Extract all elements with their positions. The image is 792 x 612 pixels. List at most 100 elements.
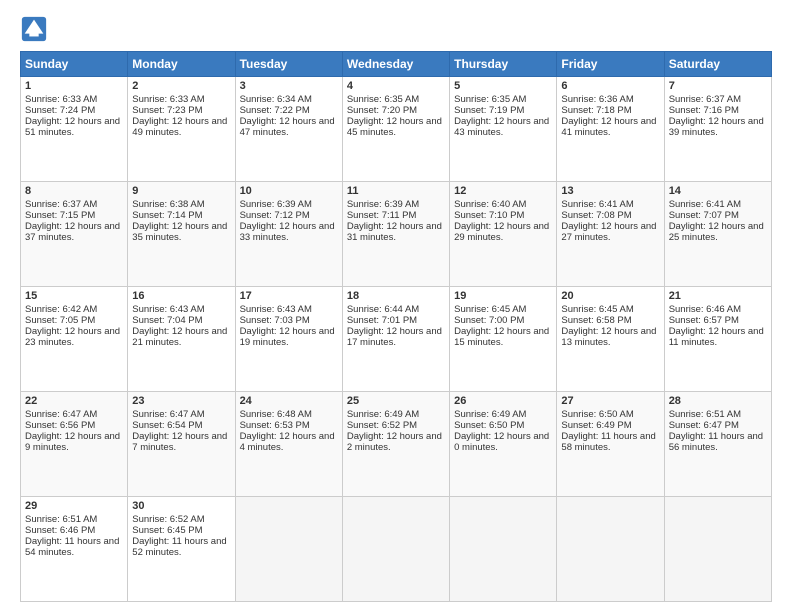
sunset-text: Sunset: 7:10 PM <box>454 210 552 221</box>
sunset-text: Sunset: 7:08 PM <box>561 210 659 221</box>
sunrise-text: Sunrise: 6:35 AM <box>347 94 445 105</box>
calendar-cell: 29Sunrise: 6:51 AMSunset: 6:46 PMDayligh… <box>21 497 128 602</box>
calendar-cell: 17Sunrise: 6:43 AMSunset: 7:03 PMDayligh… <box>235 287 342 392</box>
sunrise-text: Sunrise: 6:33 AM <box>25 94 123 105</box>
sunset-text: Sunset: 7:04 PM <box>132 315 230 326</box>
sunset-text: Sunset: 6:45 PM <box>132 525 230 536</box>
day-number: 10 <box>240 185 338 197</box>
calendar-cell: 5Sunrise: 6:35 AMSunset: 7:19 PMDaylight… <box>450 77 557 182</box>
calendar-cell: 18Sunrise: 6:44 AMSunset: 7:01 PMDayligh… <box>342 287 449 392</box>
page: SundayMondayTuesdayWednesdayThursdayFrid… <box>0 0 792 612</box>
sunrise-text: Sunrise: 6:43 AM <box>132 304 230 315</box>
calendar-cell <box>450 497 557 602</box>
daylight-text: Daylight: 12 hours and 11 minutes. <box>669 326 767 348</box>
sunrise-text: Sunrise: 6:43 AM <box>240 304 338 315</box>
daylight-text: Daylight: 12 hours and 43 minutes. <box>454 116 552 138</box>
sunset-text: Sunset: 7:23 PM <box>132 105 230 116</box>
day-number: 5 <box>454 80 552 92</box>
sunrise-text: Sunrise: 6:36 AM <box>561 94 659 105</box>
sunrise-text: Sunrise: 6:44 AM <box>347 304 445 315</box>
day-number: 23 <box>132 395 230 407</box>
sunset-text: Sunset: 6:46 PM <box>25 525 123 536</box>
daylight-text: Daylight: 11 hours and 54 minutes. <box>25 536 123 558</box>
daylight-text: Daylight: 12 hours and 21 minutes. <box>132 326 230 348</box>
daylight-text: Daylight: 12 hours and 35 minutes. <box>132 221 230 243</box>
sunset-text: Sunset: 7:18 PM <box>561 105 659 116</box>
sunrise-text: Sunrise: 6:35 AM <box>454 94 552 105</box>
sunrise-text: Sunrise: 6:40 AM <box>454 199 552 210</box>
header-tuesday: Tuesday <box>235 52 342 77</box>
sunset-text: Sunset: 6:57 PM <box>669 315 767 326</box>
daylight-text: Daylight: 12 hours and 4 minutes. <box>240 431 338 453</box>
sunset-text: Sunset: 7:01 PM <box>347 315 445 326</box>
header-friday: Friday <box>557 52 664 77</box>
header <box>20 15 772 43</box>
daylight-text: Daylight: 12 hours and 27 minutes. <box>561 221 659 243</box>
sunrise-text: Sunrise: 6:51 AM <box>25 514 123 525</box>
daylight-text: Daylight: 12 hours and 13 minutes. <box>561 326 659 348</box>
calendar-cell: 20Sunrise: 6:45 AMSunset: 6:58 PMDayligh… <box>557 287 664 392</box>
daylight-text: Daylight: 11 hours and 56 minutes. <box>669 431 767 453</box>
days-header-row: SundayMondayTuesdayWednesdayThursdayFrid… <box>21 52 772 77</box>
day-number: 6 <box>561 80 659 92</box>
daylight-text: Daylight: 12 hours and 37 minutes. <box>25 221 123 243</box>
sunrise-text: Sunrise: 6:41 AM <box>561 199 659 210</box>
sunset-text: Sunset: 7:16 PM <box>669 105 767 116</box>
daylight-text: Daylight: 12 hours and 9 minutes. <box>25 431 123 453</box>
sunset-text: Sunset: 6:54 PM <box>132 420 230 431</box>
day-number: 24 <box>240 395 338 407</box>
day-number: 28 <box>669 395 767 407</box>
header-monday: Monday <box>128 52 235 77</box>
logo-icon <box>20 15 48 43</box>
sunset-text: Sunset: 7:12 PM <box>240 210 338 221</box>
daylight-text: Daylight: 12 hours and 2 minutes. <box>347 431 445 453</box>
logo <box>20 15 52 43</box>
calendar-week-5: 29Sunrise: 6:51 AMSunset: 6:46 PMDayligh… <box>21 497 772 602</box>
calendar-cell: 3Sunrise: 6:34 AMSunset: 7:22 PMDaylight… <box>235 77 342 182</box>
daylight-text: Daylight: 12 hours and 17 minutes. <box>347 326 445 348</box>
calendar-cell: 15Sunrise: 6:42 AMSunset: 7:05 PMDayligh… <box>21 287 128 392</box>
daylight-text: Daylight: 12 hours and 41 minutes. <box>561 116 659 138</box>
calendar-cell <box>235 497 342 602</box>
calendar-week-2: 8Sunrise: 6:37 AMSunset: 7:15 PMDaylight… <box>21 182 772 287</box>
calendar-cell: 4Sunrise: 6:35 AMSunset: 7:20 PMDaylight… <box>342 77 449 182</box>
calendar-cell <box>557 497 664 602</box>
sunset-text: Sunset: 7:07 PM <box>669 210 767 221</box>
sunset-text: Sunset: 7:11 PM <box>347 210 445 221</box>
day-number: 20 <box>561 290 659 302</box>
calendar-body: 1Sunrise: 6:33 AMSunset: 7:24 PMDaylight… <box>21 77 772 602</box>
day-number: 1 <box>25 80 123 92</box>
daylight-text: Daylight: 12 hours and 33 minutes. <box>240 221 338 243</box>
calendar-cell: 28Sunrise: 6:51 AMSunset: 6:47 PMDayligh… <box>664 392 771 497</box>
daylight-text: Daylight: 11 hours and 52 minutes. <box>132 536 230 558</box>
daylight-text: Daylight: 12 hours and 7 minutes. <box>132 431 230 453</box>
calendar-cell: 9Sunrise: 6:38 AMSunset: 7:14 PMDaylight… <box>128 182 235 287</box>
sunset-text: Sunset: 7:15 PM <box>25 210 123 221</box>
day-number: 25 <box>347 395 445 407</box>
daylight-text: Daylight: 12 hours and 29 minutes. <box>454 221 552 243</box>
daylight-text: Daylight: 12 hours and 51 minutes. <box>25 116 123 138</box>
calendar-cell: 1Sunrise: 6:33 AMSunset: 7:24 PMDaylight… <box>21 77 128 182</box>
header-saturday: Saturday <box>664 52 771 77</box>
sunrise-text: Sunrise: 6:34 AM <box>240 94 338 105</box>
daylight-text: Daylight: 12 hours and 0 minutes. <box>454 431 552 453</box>
day-number: 12 <box>454 185 552 197</box>
daylight-text: Daylight: 12 hours and 49 minutes. <box>132 116 230 138</box>
sunrise-text: Sunrise: 6:33 AM <box>132 94 230 105</box>
calendar-cell: 27Sunrise: 6:50 AMSunset: 6:49 PMDayligh… <box>557 392 664 497</box>
calendar-week-3: 15Sunrise: 6:42 AMSunset: 7:05 PMDayligh… <box>21 287 772 392</box>
sunset-text: Sunset: 6:49 PM <box>561 420 659 431</box>
calendar-cell: 12 Sunrise: 6:40 AMSunset: 7:10 PMDayligh… <box>450 182 557 287</box>
sunset-text: Sunset: 7:22 PM <box>240 105 338 116</box>
calendar-week-4: 22Sunrise: 6:47 AMSunset: 6:56 PMDayligh… <box>21 392 772 497</box>
day-number: 16 <box>132 290 230 302</box>
calendar-cell: 23Sunrise: 6:47 AMSunset: 6:54 PMDayligh… <box>128 392 235 497</box>
daylight-text: Daylight: 12 hours and 39 minutes. <box>669 116 767 138</box>
day-number: 13 <box>561 185 659 197</box>
sunrise-text: Sunrise: 6:48 AM <box>240 409 338 420</box>
day-number: 8 <box>25 185 123 197</box>
calendar-cell: 8Sunrise: 6:37 AMSunset: 7:15 PMDaylight… <box>21 182 128 287</box>
calendar-cell: 10Sunrise: 6:39 AMSunset: 7:12 PMDayligh… <box>235 182 342 287</box>
sunrise-text: Sunrise: 6:51 AM <box>669 409 767 420</box>
daylight-text: Daylight: 12 hours and 23 minutes. <box>25 326 123 348</box>
